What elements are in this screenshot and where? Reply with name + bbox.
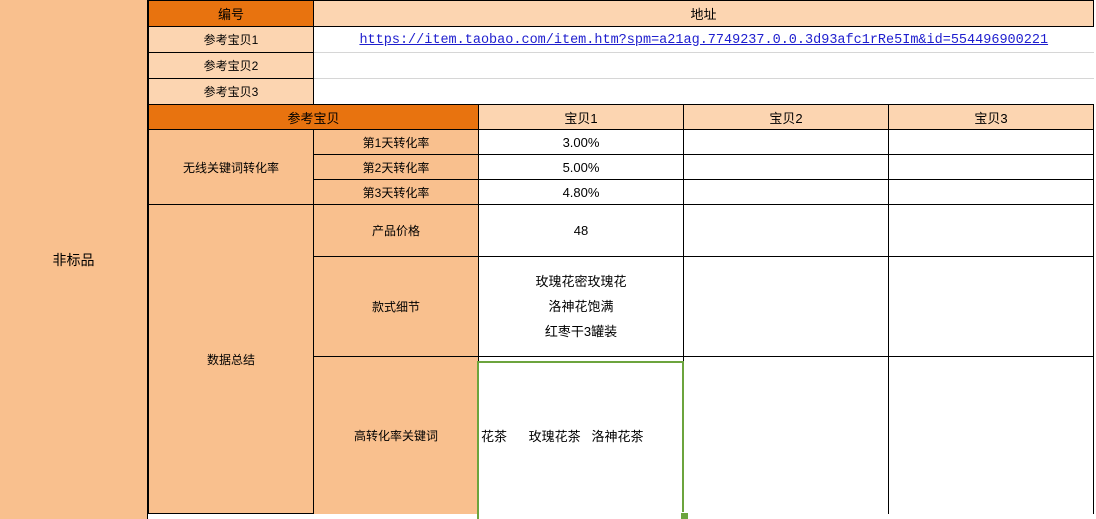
day3-rate-item2-cell[interactable] (684, 180, 889, 205)
day2-rate-item1-cell[interactable]: 5.00% (479, 155, 684, 180)
item1-header-cell[interactable]: 宝贝1 (479, 105, 684, 130)
table-row: 参考宝贝3 (149, 79, 1094, 105)
table-row: 参考宝贝 宝贝1 宝贝2 宝贝3 (149, 105, 1094, 130)
day2-rate-label-cell[interactable]: 第2天转化率 (314, 155, 479, 180)
day2-rate-item3-cell[interactable] (889, 155, 1094, 180)
price-item1-cell[interactable]: 48 (479, 205, 684, 257)
conversion-group-cell[interactable]: 无线关键词转化率 (149, 130, 314, 205)
style-detail-item1-cell[interactable]: 玫瑰花密玫瑰花 洛神花饱满 红枣干3罐装 (479, 257, 684, 357)
taobao-url-link[interactable]: https://item.taobao.com/item.htm?spm=a21… (359, 33, 1048, 48)
table-row: 编号 地址 (149, 1, 1094, 27)
ref-item-3-url-cell[interactable] (314, 79, 1094, 105)
day3-rate-label-cell[interactable]: 第3天转化率 (314, 180, 479, 205)
ref-item-2-label-cell[interactable]: 参考宝贝2 (149, 53, 314, 79)
day1-rate-item2-cell[interactable] (684, 130, 889, 155)
price-label-cell[interactable]: 产品价格 (314, 205, 479, 257)
table-row: 参考宝贝1 https://item.taobao.com/item.htm?s… (149, 27, 1094, 53)
ref-group-header-cell[interactable]: 参考宝贝 (149, 105, 479, 130)
item3-header-cell[interactable]: 宝贝3 (889, 105, 1094, 130)
keywords-item2-cell[interactable] (684, 357, 889, 514)
category-label: 非标品 (53, 250, 95, 270)
category-cell[interactable]: 非标品 (0, 0, 148, 519)
id-header-cell[interactable]: 编号 (149, 1, 314, 27)
style-detail-item3-cell[interactable] (889, 257, 1094, 357)
table-row: 无线关键词转化率 第1天转化率 3.00% (149, 130, 1094, 155)
ref-item-2-url-cell[interactable] (314, 53, 1094, 79)
item2-header-cell[interactable]: 宝贝2 (684, 105, 889, 130)
style-detail-label-cell[interactable]: 款式细节 (314, 257, 479, 357)
reference-url-table: 编号 地址 参考宝贝1 https://item.taobao.com/item… (148, 0, 1094, 105)
ref-item-1-label-cell[interactable]: 参考宝贝1 (149, 27, 314, 53)
fill-handle[interactable] (680, 512, 689, 519)
address-header-cell[interactable]: 地址 (314, 1, 1094, 27)
keywords-item3-cell[interactable] (889, 357, 1094, 514)
price-item3-cell[interactable] (889, 205, 1094, 257)
ref-item-1-url-cell[interactable]: https://item.taobao.com/item.htm?spm=a21… (314, 27, 1094, 53)
day3-rate-item3-cell[interactable] (889, 180, 1094, 205)
day1-rate-label-cell[interactable]: 第1天转化率 (314, 130, 479, 155)
ref-item-3-label-cell[interactable]: 参考宝贝3 (149, 79, 314, 105)
day3-rate-item1-cell[interactable]: 4.80% (479, 180, 684, 205)
keywords-item1-cell[interactable]: 花茶 玫瑰花茶 洛神花茶 (479, 357, 684, 514)
price-item2-cell[interactable] (684, 205, 889, 257)
data-summary-table: 参考宝贝 宝贝1 宝贝2 宝贝3 无线关键词转化率 第1天转化率 3.00% 第… (148, 104, 1094, 514)
style-detail-item2-cell[interactable] (684, 257, 889, 357)
table-row: 参考宝贝2 (149, 53, 1094, 79)
summary-group-cell[interactable]: 数据总结 (149, 205, 314, 514)
keywords-label-cell[interactable]: 高转化率关键词 (314, 357, 479, 514)
day2-rate-item2-cell[interactable] (684, 155, 889, 180)
table-row: 数据总结 产品价格 48 (149, 205, 1094, 257)
day1-rate-item1-cell[interactable]: 3.00% (479, 130, 684, 155)
day1-rate-item3-cell[interactable] (889, 130, 1094, 155)
spreadsheet-view: 非标品 编号 地址 参考宝贝1 https://item.taobao.com/… (0, 0, 1096, 519)
